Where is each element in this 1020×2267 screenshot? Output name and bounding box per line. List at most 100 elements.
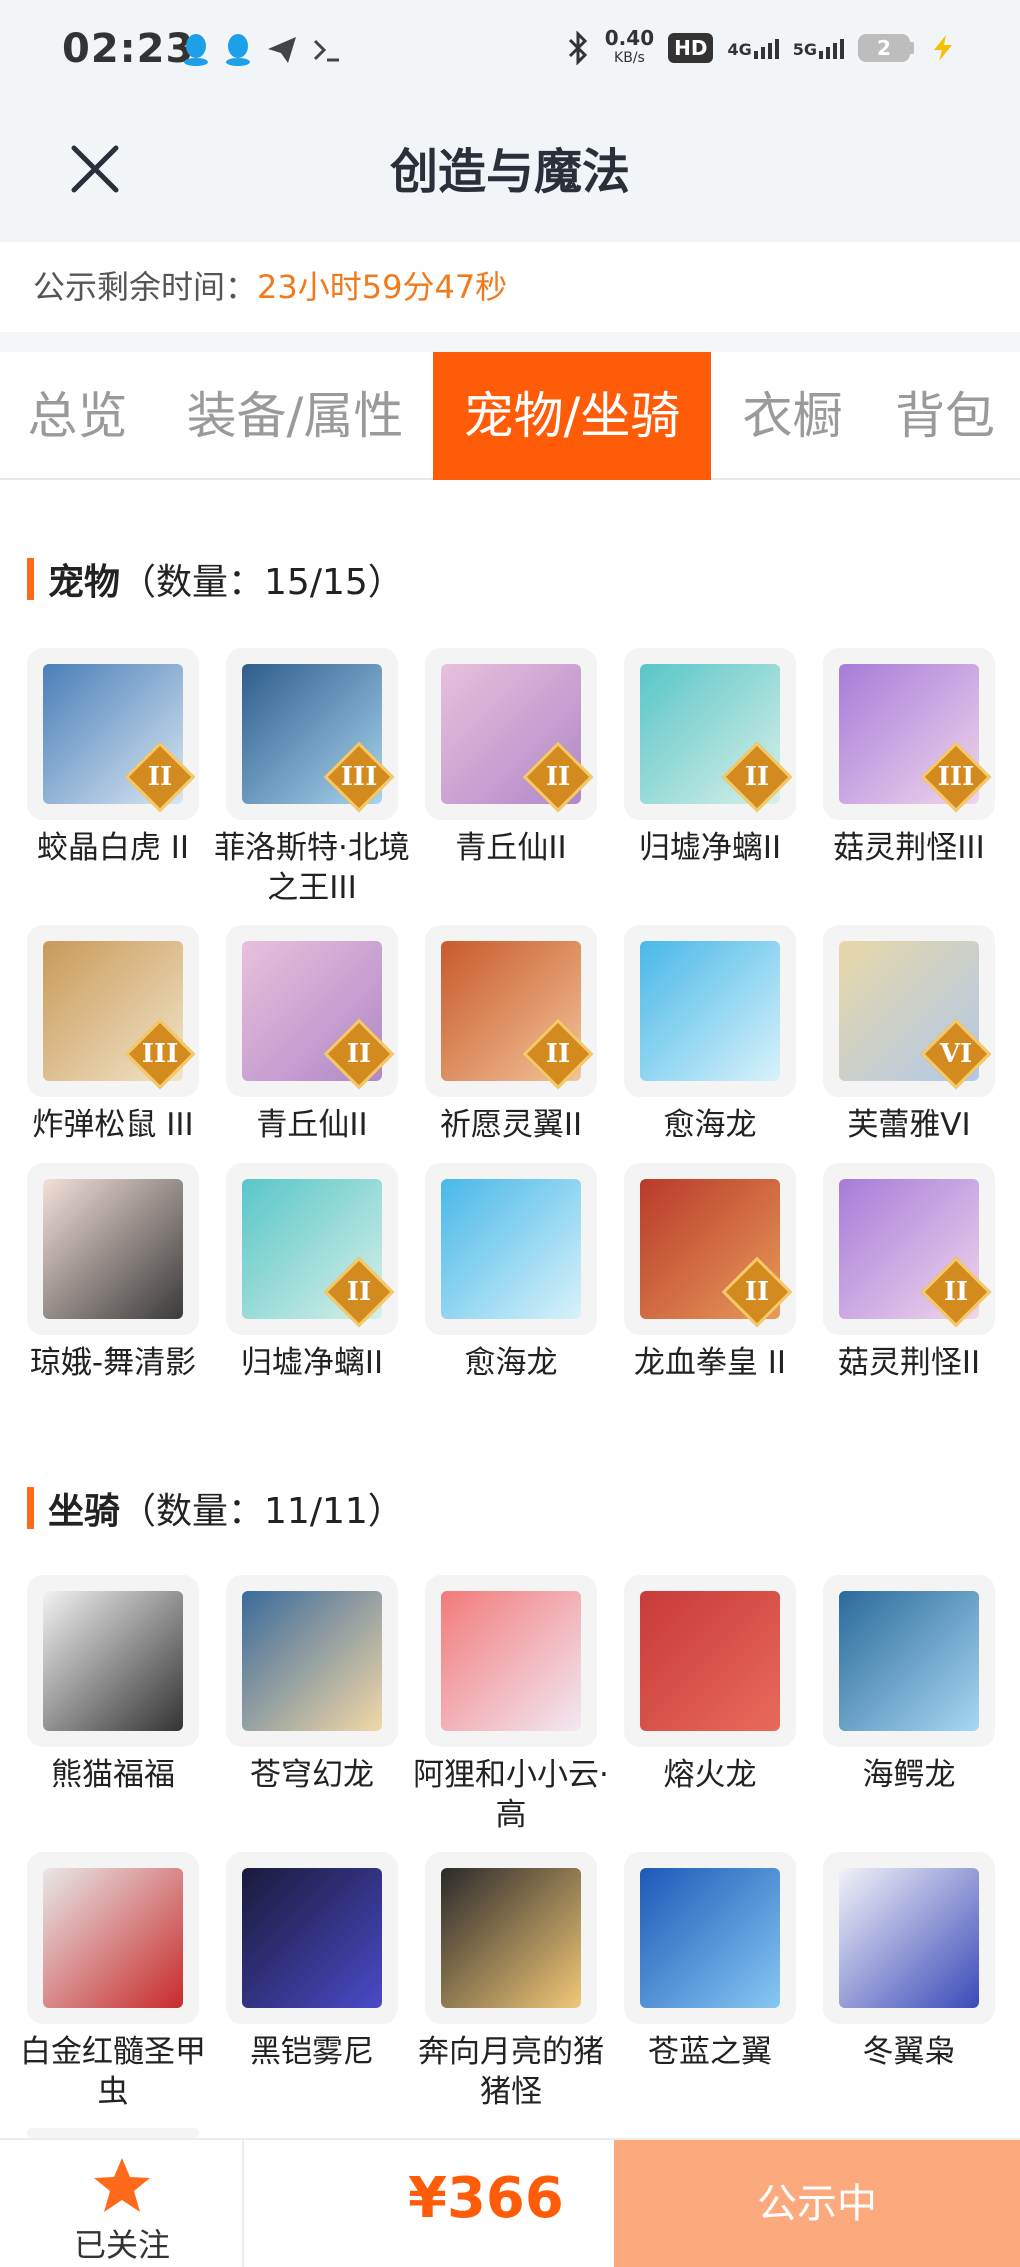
signal-sim1: 4G [727,37,779,59]
list-item[interactable]: 海鳄龙 [823,1575,995,1795]
item-name: 奔向月亮的猪猪怪 [418,2034,604,2110]
status-right: 0.40 KB/s HD 4G 5G 2 [565,28,958,68]
tab-bar: 总览 装备/属性 宠物/坐骑 衣橱 背包 [0,352,1020,480]
divider [0,332,1020,354]
item-thumbnail [27,1852,199,2024]
item-name: 芙蕾雅VI [847,1107,971,1143]
item-name: 祈愿灵翼II [439,1107,583,1143]
item-image [43,1868,183,2008]
item-thumbnail [624,1575,796,1747]
item-thumbnail: II [823,1163,995,1335]
status-bar: 02:23 0.40 KB/s HD 4G 5G 2 [0,0,1020,110]
list-item[interactable]: II 蛟晶白虎 II [27,648,199,868]
rank-label: II [346,1277,372,1307]
item-name: 熊猫福福 [51,1757,175,1793]
item-image [640,941,780,1081]
net-speed: 0.40 KB/s [604,26,655,66]
signal-sim2: 5G [793,37,844,59]
tab-pets-mounts[interactable]: 宠物/坐骑 [433,352,711,480]
hd-badge: HD [668,33,714,63]
item-image [43,1179,183,1319]
public-status-button[interactable]: 公示中 [614,2140,1020,2267]
list-item[interactable]: VI 芙蕾雅VI [823,925,995,1145]
tab-overview[interactable]: 总览 [0,352,155,480]
rank-label: III [340,762,378,792]
item-name: 黑铠雾尼 [250,2034,374,2070]
item-thumbnail: III [823,648,995,820]
item-name: 青丘仙II [455,830,567,866]
list-item[interactable] [27,2128,199,2138]
countdown-value: 23小时59分47秒 [257,268,508,306]
list-item[interactable]: II 归墟净螭II [226,1163,398,1383]
list-item[interactable]: 熊猫福福 [27,1575,199,1795]
item-name: 白金红髓圣甲虫 [20,2034,206,2110]
item-name: 归墟净螭II [240,1345,384,1381]
item-thumbnail [624,1852,796,2024]
qq-icon [226,34,250,66]
list-item[interactable]: II 青丘仙II [226,925,398,1145]
rank-label: II [545,762,571,792]
notification-icons [182,32,342,68]
status-time: 02:23 [62,26,195,72]
rank-label: II [744,762,770,792]
list-item[interactable]: II 归墟净螭II [624,648,796,868]
list-item[interactable]: 愈海龙 [624,925,796,1145]
rank-label: II [943,1277,969,1307]
item-name: 归墟净螭II [638,830,782,866]
list-item[interactable]: 苍蓝之翼 [624,1852,796,2072]
tab-backpack[interactable]: 背包 [875,352,1015,480]
list-item[interactable]: 阿狸和小小云·高 [413,1575,609,1835]
item-name: 菇灵荆怪III [833,830,985,866]
charging-icon [934,35,952,61]
list-item[interactable]: 愈海龙 [425,1163,597,1383]
item-name: 蛟晶白虎 II [36,830,190,866]
list-item[interactable]: II 龙血拳皇 II [624,1163,796,1383]
item-thumbnail: II [624,648,796,820]
star-icon [94,2158,150,2212]
list-item[interactable]: II 祈愿灵翼II [425,925,597,1145]
item-name: 苍蓝之翼 [648,2034,772,2070]
item-thumbnail: II [27,648,199,820]
list-item[interactable]: 琼娥-舞清影 [27,1163,199,1383]
item-thumbnail [226,1852,398,2024]
pets-section-title: 宠物 （数量：15/15） [27,553,404,605]
item-name: 阿狸和小小云·高 [413,1757,609,1833]
tab-wardrobe[interactable]: 衣橱 [720,352,865,480]
rank-label: II [346,1039,372,1069]
app-header: 创造与魔法 [0,110,1020,242]
page-title: 创造与魔法 [389,144,630,200]
list-item[interactable]: II 青丘仙II [425,648,597,868]
list-item[interactable]: 冬翼枭 [823,1852,995,2072]
follow-button[interactable]: 已关注 [0,2140,244,2267]
terminal-icon [313,39,339,62]
mounts-section-title: 坐骑 （数量：11/11） [27,1482,404,1534]
send-icon [268,37,296,63]
item-image [242,1591,382,1731]
price: ¥366 [408,2166,564,2231]
list-item[interactable]: II 菇灵荆怪II [823,1163,995,1383]
rank-label: III [937,762,975,792]
item-image [242,1868,382,2008]
item-name: 愈海龙 [663,1107,757,1143]
item-name: 菲洛斯特·北境之王III [214,830,410,906]
list-item[interactable]: 奔向月亮的猪猪怪 [418,1852,604,2112]
item-thumbnail: II [425,925,597,1097]
rank-label: II [147,762,173,792]
list-item[interactable]: 苍穹幻龙 [226,1575,398,1795]
item-image [43,1591,183,1731]
item-thumbnail: II [226,925,398,1097]
list-item[interactable]: III 炸弹松鼠 III [27,925,199,1145]
list-item[interactable]: III 菲洛斯特·北境之王III [214,648,410,908]
list-item[interactable]: 熔火龙 [624,1575,796,1795]
follow-label: 已关注 [73,2226,170,2264]
list-item[interactable]: 白金红髓圣甲虫 [20,1852,206,2112]
list-item[interactable]: III 菇灵荆怪III [823,648,995,868]
item-name: 青丘仙II [256,1107,368,1143]
item-thumbnail [823,1575,995,1747]
item-name: 龙血拳皇 II [633,1345,787,1381]
item-name: 炸弹松鼠 III [32,1107,194,1143]
tab-equipment[interactable]: 装备/属性 [165,352,425,480]
item-thumbnail: III [226,648,398,820]
list-item[interactable]: 黑铠雾尼 [226,1852,398,2072]
item-thumbnail [823,1852,995,2024]
